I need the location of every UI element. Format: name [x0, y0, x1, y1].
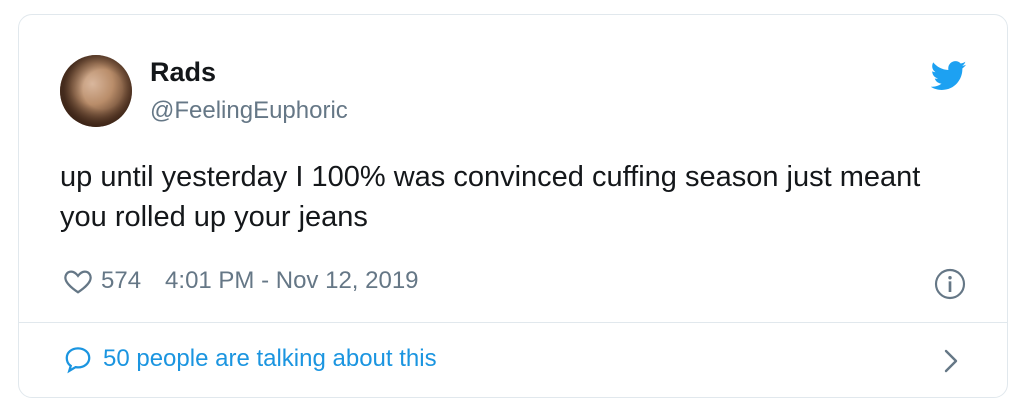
avatar[interactable] [60, 55, 132, 127]
tweet-timestamp[interactable]: 4:01 PM - Nov 12, 2019 [165, 267, 418, 295]
conversation-link[interactable]: 50 people are talking about this [63, 344, 437, 374]
author-name[interactable]: Rads [150, 57, 216, 88]
conversation-link-label[interactable]: 50 people are talking about this [103, 345, 437, 373]
divider [19, 322, 1007, 323]
like-count[interactable]: 574 [101, 267, 141, 295]
heart-icon[interactable] [63, 266, 93, 296]
twitter-bird-icon[interactable] [931, 61, 967, 91]
tweet-meta: 574 4:01 PM - Nov 12, 2019 [63, 266, 419, 296]
author-handle[interactable]: @FeelingEuphoric [150, 97, 348, 125]
avatar-shading [60, 55, 132, 127]
tweet-text: up until yesterday I 100% was convinced … [60, 161, 921, 233]
info-icon[interactable] [934, 268, 966, 300]
tweet-card: Rads @FeelingEuphoric up until yesterday… [18, 14, 1008, 398]
chevron-right-icon[interactable] [941, 348, 961, 374]
speech-bubble-icon [65, 347, 91, 374]
